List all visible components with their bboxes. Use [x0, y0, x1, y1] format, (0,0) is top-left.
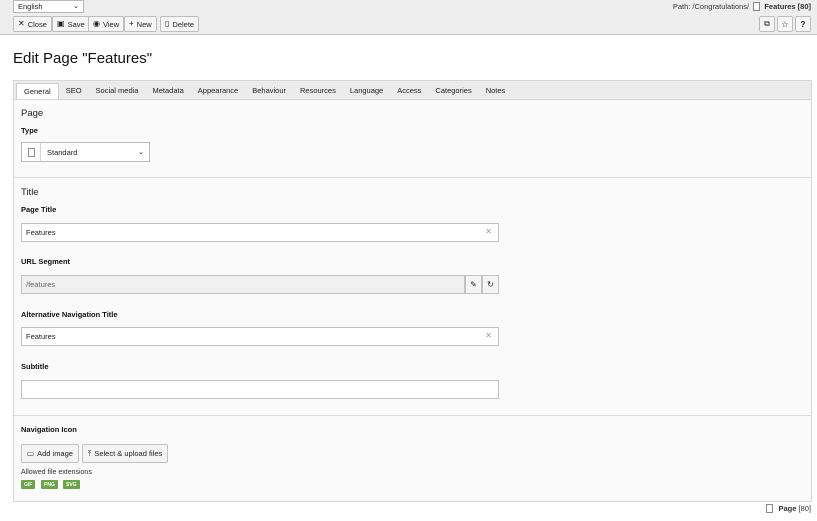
tab-behaviour[interactable]: Behaviour [245, 81, 293, 99]
close-icon: ✕ [18, 19, 25, 28]
select-upload-button[interactable]: ⤒ Select & upload files [82, 444, 169, 463]
tab-bar: General SEO Social media Metadata Appearance… [13, 80, 812, 99]
page-icon [753, 2, 761, 11]
subtitle-label: Subtitle [21, 362, 49, 371]
chevron-down-icon: ⌄ [73, 3, 79, 10]
type-select[interactable]: Standard ⌄ [21, 142, 150, 162]
tab-language[interactable]: Language [343, 81, 390, 99]
section-title-title: Title [21, 187, 39, 198]
type-select-value: Standard [47, 147, 78, 157]
delete-button[interactable]: ▯ Delete [160, 16, 200, 32]
divider [14, 177, 811, 178]
help-icon: ? [800, 19, 806, 29]
save-label: Save [67, 19, 85, 29]
edit-toggle-icon: ✎ [470, 280, 477, 289]
chevron-down-icon: ⌄ [138, 149, 144, 156]
breadcrumb: Path: /Congratulations/ Features [80] [673, 2, 811, 11]
close-button[interactable]: ✕ Close [13, 16, 52, 32]
divider [14, 415, 811, 416]
footer-record-type: Page [778, 504, 797, 513]
language-select[interactable]: English ⌄ [13, 0, 84, 13]
tab-metadata[interactable]: Metadata [145, 81, 190, 99]
allowed-extensions-note: Allowed file extensions [21, 469, 92, 476]
extension-badge: SVG [63, 480, 80, 489]
save-button[interactable]: ▣ Save [52, 16, 90, 32]
new-label: New [136, 19, 152, 29]
page-title-label: Page Title [21, 205, 57, 214]
tab-notes[interactable]: Notes [479, 81, 513, 99]
record-info-footer: Page [80] [766, 504, 811, 513]
tab-appearance[interactable]: Appearance [191, 81, 245, 99]
footer-record-id: [80] [798, 504, 811, 513]
page-title: Edit Page "Features" [13, 50, 153, 67]
plus-icon: + [129, 19, 134, 28]
page-type-icon-box [22, 143, 41, 161]
url-segment-label: URL Segment [21, 257, 71, 266]
url-segment-input[interactable]: /features [21, 275, 465, 294]
recalculate-url-button[interactable]: ↻ [482, 275, 499, 294]
save-icon: ▣ [57, 19, 65, 28]
path-page: Features [80] [764, 2, 811, 11]
toggle-manual-url-button[interactable]: ✎ [465, 275, 482, 294]
clear-icon[interactable]: ✕ [485, 227, 492, 236]
extension-badge: GIF [21, 480, 36, 489]
alt-nav-title-input[interactable]: Features ✕ [21, 327, 499, 346]
eye-icon: ◉ [93, 19, 100, 28]
page-icon [27, 147, 35, 157]
alt-nav-title-value: Features [26, 332, 56, 341]
add-image-label: Add image [37, 449, 73, 458]
refresh-icon: ↻ [487, 280, 494, 289]
open-new-window-button[interactable]: ⧉ [759, 16, 775, 32]
form-panel: Page Type Standard ⌄ Title Page Title Fe… [13, 99, 812, 502]
clear-icon[interactable]: ✕ [485, 331, 492, 340]
type-label: Type [21, 126, 38, 135]
folder-icon: ▭ [27, 449, 35, 458]
page-title-input[interactable]: Features ✕ [21, 223, 499, 242]
tab-resources[interactable]: Resources [293, 81, 343, 99]
bookmark-button[interactable]: ☆ [777, 16, 793, 32]
page-title-value: Features [26, 228, 56, 237]
top-toolbar: English ⌄ Path: /Congratulations/ Featur… [0, 0, 817, 35]
star-icon: ☆ [781, 19, 789, 29]
upload-icon: ⤒ [88, 448, 92, 458]
page-icon [766, 504, 774, 513]
tab-seo[interactable]: SEO [59, 81, 89, 99]
path-label: Path: /Congratulations/ [672, 2, 750, 11]
tab-social-media[interactable]: Social media [89, 81, 146, 99]
delete-label: Delete [172, 19, 195, 29]
help-button[interactable]: ? [795, 16, 811, 32]
tab-general[interactable]: General [16, 83, 59, 99]
external-link-icon: ⧉ [764, 19, 770, 28]
tab-access[interactable]: Access [390, 81, 428, 99]
language-select-value: English [18, 2, 43, 11]
select-upload-label: Select & upload files [94, 449, 163, 458]
subtitle-input[interactable] [21, 380, 499, 399]
view-label: View [102, 19, 120, 29]
url-segment-value: /features [26, 280, 56, 289]
navigation-icon-label: Navigation Icon [21, 425, 77, 434]
close-label: Close [27, 19, 47, 29]
view-button[interactable]: ◉ View [88, 16, 125, 32]
section-title-page: Page [21, 108, 44, 119]
add-image-button[interactable]: ▭ Add image [21, 444, 79, 463]
alt-nav-title-label: Alternative Navigation Title [21, 310, 118, 319]
extension-badge: PNG [41, 480, 58, 489]
new-button[interactable]: + New [124, 16, 157, 32]
trash-icon: ▯ [165, 19, 170, 28]
tab-categories[interactable]: Categories [428, 81, 478, 99]
